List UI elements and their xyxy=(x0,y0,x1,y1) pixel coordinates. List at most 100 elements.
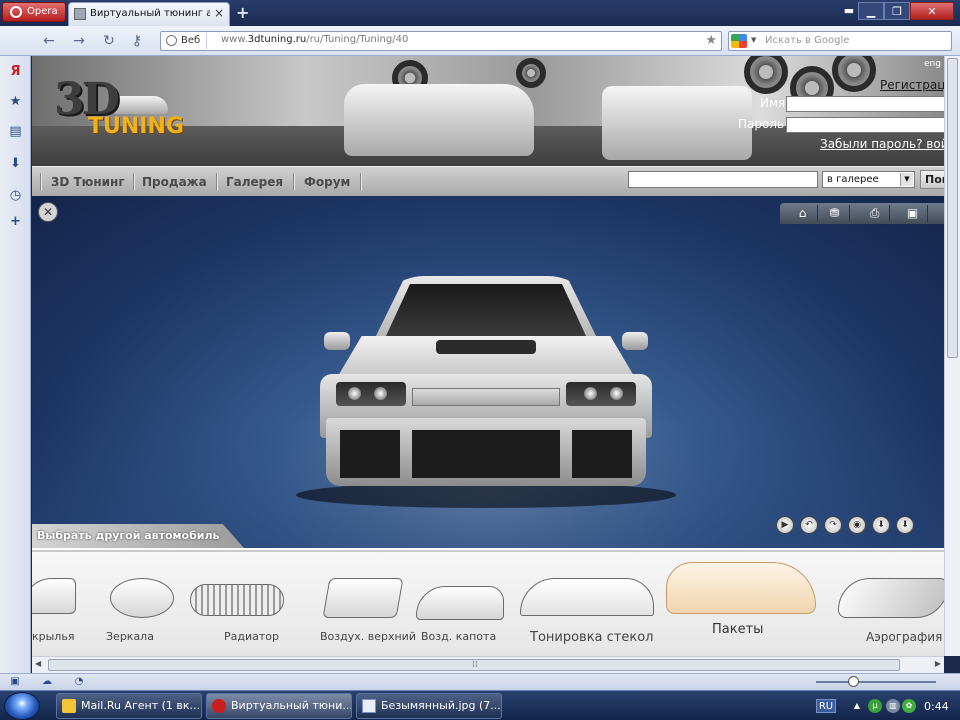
rotate-right-icon[interactable]: ↷ xyxy=(824,516,842,534)
turbo-icon[interactable]: ◔ xyxy=(72,676,86,688)
part-label: Воздух. верхний xyxy=(320,630,416,643)
zoom-slider[interactable] xyxy=(816,681,936,683)
key-icon[interactable]: ⚷ xyxy=(128,32,146,50)
nav-gallery[interactable]: Галерея xyxy=(226,175,283,189)
airbrush-flames-icon xyxy=(838,578,944,618)
panel-toggle-icon[interactable]: ▣ xyxy=(8,676,22,688)
site-logo-tuning[interactable]: TUNING xyxy=(88,114,184,139)
tab-close-icon[interactable]: × xyxy=(214,6,224,20)
downloads-icon[interactable]: ⬇ xyxy=(8,156,23,171)
wrench-icon[interactable]: ✕ xyxy=(38,202,58,222)
taskbar-item-label: Безымянный.jpg (7... xyxy=(381,699,501,712)
search-scope-select[interactable]: в галерее ▼ xyxy=(822,171,915,188)
yandex-icon[interactable]: Я xyxy=(8,64,23,79)
print-icon[interactable]: ⎙ xyxy=(860,205,890,222)
reload-icon[interactable]: ↻ xyxy=(100,32,118,50)
opera-menu-button[interactable]: Opera xyxy=(2,2,66,22)
address-toolbar: ← → ↻ ⚷ Веб www.3dtuning.ru/ru/Tuning/Tu… xyxy=(0,26,960,56)
search-engine-field[interactable]: ▼ Искать в Google xyxy=(728,31,952,51)
page-vertical-scrollbar[interactable] xyxy=(944,56,960,656)
bookmarks-star-icon[interactable]: ★ xyxy=(8,94,23,109)
part-label: Возд. капота xyxy=(421,630,497,643)
close-window-icon[interactable]: ✕ xyxy=(910,2,954,20)
window-tint-icon xyxy=(520,578,654,616)
browser-tab[interactable]: Виртуальный тюнинг а... × xyxy=(68,2,230,26)
play-icon[interactable]: ▶ xyxy=(776,516,794,534)
forgot-password-link[interactable]: Забыли пароль? вой xyxy=(820,137,944,151)
maximize-icon[interactable]: ❐ xyxy=(884,2,910,20)
scroll-thumb[interactable] xyxy=(947,58,958,358)
site-search-button[interactable]: Пои xyxy=(920,170,944,189)
site-info-label: Веб xyxy=(181,35,201,46)
screenshot-icon[interactable]: ◉ xyxy=(848,516,866,534)
viewer-toolbar: ⌂ ⛃ ⎙ ▣ xyxy=(780,203,944,224)
search-engine-dropdown-icon[interactable]: ▼ xyxy=(751,36,756,44)
nav-divider xyxy=(133,173,134,191)
part-hood-scoop[interactable]: Возд. капота xyxy=(416,552,512,650)
opera-unite-icon[interactable]: ☁ xyxy=(40,676,54,688)
nav-divider xyxy=(40,173,41,191)
page-horizontal-scrollbar[interactable]: ◀ ⁞⁞ ▶ xyxy=(32,656,944,673)
nav-forum[interactable]: Форум xyxy=(304,175,350,189)
browser-title-bar: Opera Виртуальный тюнинг а... × + ▬ ▁ ❐ … xyxy=(0,0,960,26)
home-icon[interactable]: ⌂ xyxy=(788,205,818,222)
scroll-right-icon[interactable]: ▶ xyxy=(935,659,941,668)
lamp-icon xyxy=(348,387,361,400)
utorrent-icon[interactable]: µ xyxy=(868,699,882,713)
scroll-grip-icon: ⁞⁞ xyxy=(472,660,478,670)
tab-title: Виртуальный тюнинг а... xyxy=(90,8,210,19)
nav-3d-tuning[interactable]: 3D Тюнинг xyxy=(51,175,125,189)
car-headlight-left xyxy=(336,382,406,406)
car-model[interactable] xyxy=(296,276,676,508)
username-label: Имя xyxy=(760,96,786,110)
register-link[interactable]: Регистрац xyxy=(880,78,944,92)
part-airbrush[interactable]: Аэрография xyxy=(838,552,944,650)
site-info-chip[interactable]: Веб xyxy=(163,33,208,49)
icq-icon[interactable]: ✿ xyxy=(902,699,916,713)
part-mirrors[interactable]: Зеркала xyxy=(82,552,182,650)
part-roof-scoop[interactable]: Воздух. верхний xyxy=(318,552,416,650)
opera-logo-icon xyxy=(10,6,22,18)
minimize-icon[interactable]: ▁ xyxy=(858,2,884,20)
taskbar-item-image[interactable]: Безымянный.jpg (7... xyxy=(356,693,502,719)
url-path: /ru/Tuning/Tuning/40 xyxy=(306,34,409,45)
card-icon[interactable]: ▣ xyxy=(898,205,928,222)
add-panel-icon[interactable]: + xyxy=(8,214,23,229)
nav-sale[interactable]: Продажа xyxy=(142,175,207,189)
new-tab-button[interactable]: + xyxy=(236,3,249,22)
part-window-tint[interactable]: Тонировка стекол xyxy=(520,552,660,650)
language-indicator[interactable]: RU xyxy=(816,699,836,713)
network-icon[interactable]: ▥ xyxy=(886,699,900,713)
language-link[interactable]: eng xyxy=(924,59,941,69)
windows-taskbar: Mail.Ru Агент (1 вк... Виртуальный тюни.… xyxy=(0,690,960,720)
url-text: www.3dtuning.ru/ru/Tuning/Tuning/40 xyxy=(221,34,408,45)
scroll-left-icon[interactable]: ◀ xyxy=(35,659,41,668)
download-icon[interactable]: ⬇ xyxy=(872,516,890,534)
history-clock-icon[interactable]: ◷ xyxy=(8,188,23,203)
part-body-kits[interactable]: Пакеты xyxy=(666,552,816,650)
notes-icon[interactable]: ▤ xyxy=(8,124,23,139)
site-search-input[interactable] xyxy=(628,171,818,188)
google-icon[interactable] xyxy=(731,34,747,48)
rotate-left-icon[interactable]: ↶ xyxy=(800,516,818,534)
back-icon[interactable]: ← xyxy=(40,32,58,50)
opera-icon xyxy=(212,699,226,713)
tray-expand-icon[interactable]: ▲ xyxy=(850,699,864,713)
username-field[interactable] xyxy=(786,96,944,112)
part-label: крылья xyxy=(32,630,75,643)
password-field[interactable] xyxy=(786,117,944,133)
address-field[interactable]: Веб www.3dtuning.ru/ru/Tuning/Tuning/40 … xyxy=(160,31,722,51)
tuning-3d-viewer[interactable]: ✕ ⌂ ⛃ ⎙ ▣ Выбрать другой автомобиль ▶ ↶ … xyxy=(32,196,944,548)
zoom-slider-handle[interactable] xyxy=(848,676,859,687)
save-icon[interactable]: ⬇ xyxy=(896,516,914,534)
taskbar-item-opera[interactable]: Виртуальный тюни... xyxy=(206,693,352,719)
lamp-icon xyxy=(584,387,597,400)
choose-another-car-button[interactable]: Выбрать другой автомобиль xyxy=(32,524,244,548)
taskbar-item-mailru[interactable]: Mail.Ru Агент (1 вк... xyxy=(56,693,202,719)
garage-icon[interactable]: ⛃ xyxy=(820,205,850,222)
forward-icon[interactable]: → xyxy=(70,32,88,50)
bookmark-star-icon[interactable]: ★ xyxy=(705,33,717,48)
start-button[interactable] xyxy=(4,692,40,720)
part-radiator[interactable]: Радиатор xyxy=(190,552,290,650)
part-label: Радиатор xyxy=(224,630,279,643)
